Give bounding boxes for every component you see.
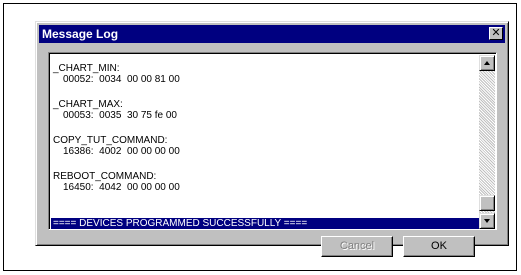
log-entry-name: _CHART_MAX: bbox=[53, 99, 123, 110]
log-entry-name: COPY_TUT_COMMAND: bbox=[53, 135, 168, 146]
selected-log-line[interactable]: ==== DEVICES PROGRAMMED SUCCESSFULLY ===… bbox=[51, 218, 480, 229]
cancel-button[interactable]: Cancel bbox=[321, 236, 393, 257]
outer-frame: Message Log ✕ _CHART_MIN: 00052: 0034 00… bbox=[3, 3, 517, 271]
log-entry-value: 00052: 0034 00 00 81 00 bbox=[63, 74, 180, 85]
ok-button[interactable]: OK bbox=[403, 236, 475, 257]
arrow-up-icon bbox=[484, 61, 490, 65]
close-icon: ✕ bbox=[491, 26, 501, 39]
window-title: Message Log bbox=[42, 27, 119, 41]
log-entry-name: _CHART_MIN: bbox=[53, 63, 120, 74]
arrow-down-icon bbox=[484, 219, 490, 223]
log-entry-value: 16386: 4002 00 00 00 00 bbox=[63, 146, 180, 157]
log-entry-value: 16450: 4042 00 00 00 00 bbox=[63, 182, 180, 193]
message-log-dialog: Message Log ✕ _CHART_MIN: 00052: 0034 00… bbox=[35, 21, 509, 257]
scroll-down-button[interactable] bbox=[479, 213, 495, 229]
log-content: _CHART_MIN: 00052: 0034 00 00 81 00 _CHA… bbox=[51, 55, 480, 229]
scroll-up-button[interactable] bbox=[479, 55, 495, 71]
log-entry-name: REBOOT_COMMAND: bbox=[53, 171, 157, 182]
close-button[interactable]: ✕ bbox=[489, 27, 503, 40]
vertical-scrollbar[interactable] bbox=[479, 55, 495, 229]
scrollbar-thumb[interactable] bbox=[479, 195, 495, 211]
message-log-list[interactable]: _CHART_MIN: 00052: 0034 00 00 81 00 _CHA… bbox=[48, 52, 497, 230]
title-bar[interactable]: Message Log ✕ bbox=[39, 25, 505, 43]
log-entry-value: 00053: 0035 30 75 fe 00 bbox=[63, 110, 177, 121]
